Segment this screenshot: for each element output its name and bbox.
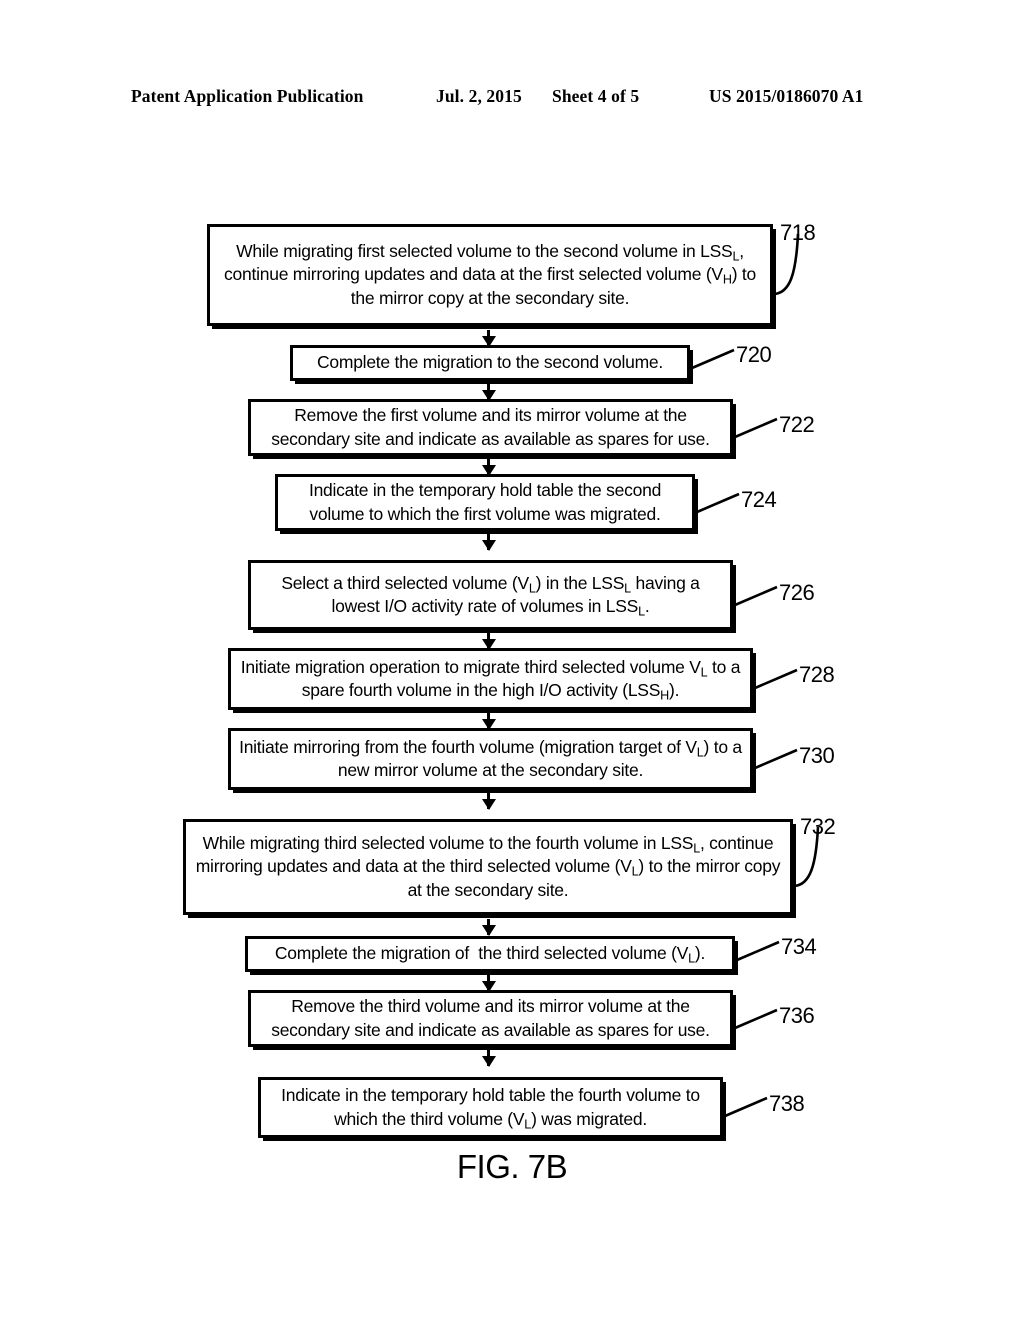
connector-arrow-724-726 [487,534,490,550]
flow-step-734-text: Complete the migration of the third sele… [274,943,706,966]
leader-line-738 [724,1096,768,1118]
flow-step-718: While migrating first selected volume to… [207,224,773,326]
flow-step-722: Remove the first volume and its mirror v… [248,399,733,456]
flow-step-736-text: Remove the third volume and its mirror v… [271,996,710,1040]
leader-line-720 [691,348,735,370]
connector-arrow-732-734 [487,919,490,935]
leader-line-734 [736,940,780,962]
flow-step-720-text: Complete the migration to the second vol… [317,352,663,373]
leader-line-726 [734,585,778,607]
connector-arrow-736-738 [487,1050,490,1066]
reference-numeral-718: 718 [780,220,816,245]
flow-step-732: While migrating third selected volume to… [183,819,793,915]
flowchart-diagram: While migrating first selected volume to… [0,0,1024,1320]
reference-numeral-728: 728 [799,662,835,687]
reference-numeral-736: 736 [779,1003,815,1028]
connector-arrow-722-724 [487,459,490,475]
flow-step-730-text: Initiate mirroring from the fourth volum… [239,736,742,780]
flow-step-722-text: Remove the first volume and its mirror v… [271,405,710,449]
connector-arrow-730-732 [487,793,490,809]
leader-line-724 [696,492,740,514]
flow-step-718-text: While migrating first selected volume to… [224,241,756,308]
connector-arrow-726-728 [487,633,490,649]
connector-arrow-720-722 [487,384,490,400]
reference-numeral-732: 732 [800,814,836,839]
leader-line-722 [734,417,778,439]
flow-step-726-text: Select a third selected volume (VL) in t… [281,572,700,619]
reference-numeral-730: 730 [799,743,835,768]
flow-step-720: Complete the migration to the second vol… [290,345,690,381]
reference-numeral-724: 724 [741,487,777,512]
reference-numeral-720: 720 [736,342,772,367]
leader-line-728 [754,668,798,690]
flow-step-724-text: Indicate in the temporary hold table the… [308,480,662,524]
reference-numeral-738: 738 [769,1091,805,1116]
flow-step-738: Indicate in the temporary hold table the… [258,1077,723,1138]
reference-numeral-722: 722 [779,412,815,437]
connector-arrow-734-736 [487,975,490,991]
flow-step-724: Indicate in the temporary hold table the… [275,474,695,531]
connector-arrow-718-720 [487,330,490,346]
flow-step-728: Initiate migration operation to migrate … [228,648,753,710]
figure-caption: FIG. 7B [456,1148,568,1185]
flow-step-732-text: While migrating third selected volume to… [195,833,781,900]
flow-step-738-text: Indicate in the temporary hold table the… [281,1085,700,1132]
reference-numeral-726: 726 [779,580,815,605]
reference-numeral-734: 734 [781,934,817,959]
leader-line-730 [754,748,798,770]
connector-arrow-728-730 [487,713,490,729]
flow-step-726: Select a third selected volume (VL) in t… [248,560,733,630]
flow-step-730: Initiate mirroring from the fourth volum… [228,728,753,790]
flow-step-736: Remove the third volume and its mirror v… [248,990,733,1047]
leader-line-736 [734,1008,778,1030]
flow-step-728-text: Initiate migration operation to migrate … [240,656,741,703]
flow-step-734: Complete the migration of the third sele… [245,936,735,972]
